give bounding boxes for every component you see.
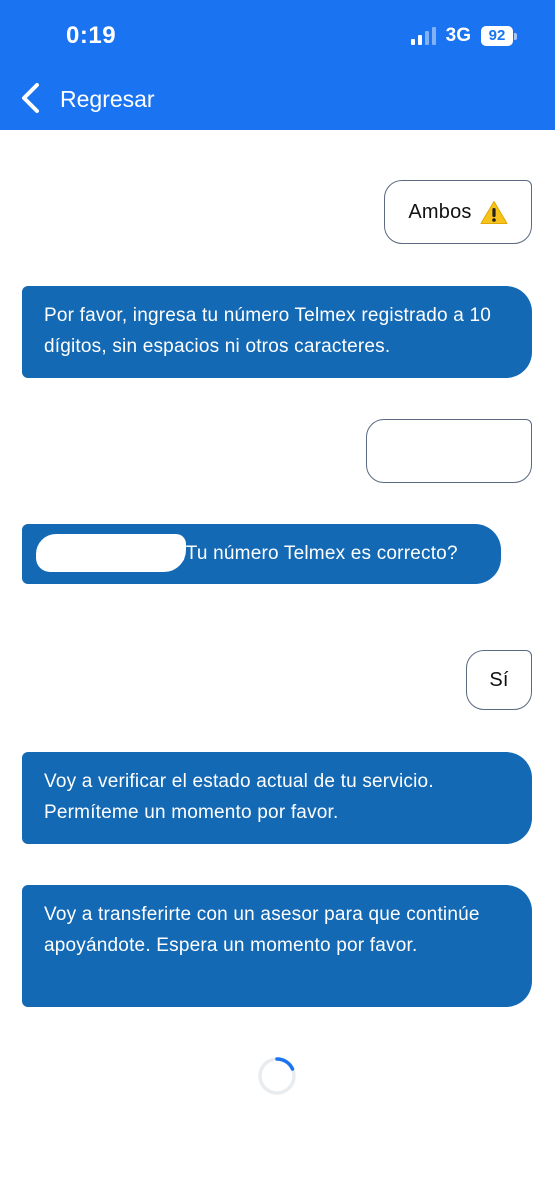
message-text: Sí [489,668,509,691]
status-indicators: 3G 92 [410,25,517,47]
back-label[interactable]: Regresar [60,86,155,113]
user-message: Sí [466,650,532,710]
message-text: Voy a transferirte con un asesor para qu… [44,904,480,956]
message-text: ¿Tu número Telmex es correcto? [174,543,458,564]
bot-message: ¿Tu número Telmex es correcto? [22,524,501,584]
redaction-mask [36,534,186,572]
battery-level: 92 [481,26,513,46]
status-bar: 0:19 3G 92 [0,0,555,70]
status-time: 0:19 [66,22,117,49]
bot-message: Voy a transferirte con un asesor para qu… [22,885,532,1007]
message-text: Ambos [408,200,472,223]
back-button[interactable]: Regresar [0,70,555,130]
redaction-mask [385,442,505,458]
battery-icon: 92 [481,26,517,46]
bot-message: Voy a verificar el estado actual de tu s… [22,752,532,844]
message-text: Voy a verificar el estado actual de tu s… [44,771,434,823]
bot-message: Por favor, ingresa tu número Telmex regi… [22,286,532,378]
network-type: 3G [445,25,471,46]
chat-messages[interactable]: Ambos Por favor, ingresa tu número Telme… [0,130,555,1200]
user-message: Ambos [384,180,532,244]
loading-spinner-icon [258,1057,296,1095]
user-message-redacted [366,419,532,483]
message-text: Por favor, ingresa tu número Telmex regi… [44,305,492,357]
signal-icon [410,27,436,45]
chevron-left-icon[interactable] [18,82,44,114]
warning-icon [480,200,508,224]
